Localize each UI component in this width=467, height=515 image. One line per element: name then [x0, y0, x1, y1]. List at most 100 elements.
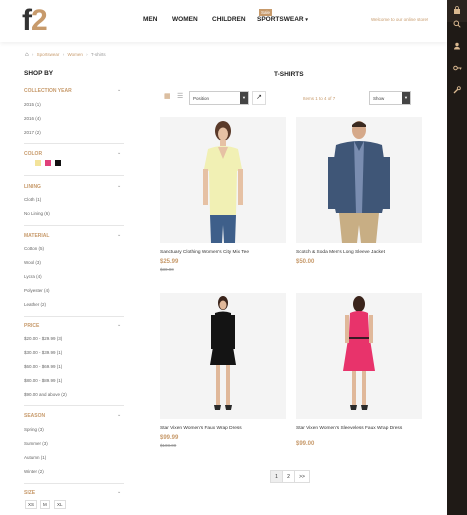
product-image[interactable]: [160, 117, 286, 243]
filter-option[interactable]: Lycra (4): [24, 274, 42, 279]
divider: [24, 143, 124, 144]
breadcrumb-separator: ›: [31, 52, 34, 57]
product-name[interactable]: Sanctuary Clothing Women's City Mix Tee: [160, 250, 286, 256]
search-button[interactable]: [447, 14, 467, 36]
size-option-xl[interactable]: XL: [54, 500, 66, 509]
home-icon[interactable]: ⌂: [25, 52, 29, 58]
pagination: 1 2 >>: [270, 470, 310, 484]
nav-women[interactable]: WOMEN: [172, 16, 198, 23]
product-old-price: $30.00: [160, 267, 174, 272]
product-image[interactable]: [160, 293, 286, 419]
filter-option[interactable]: $20.00 - $29.99 (3): [24, 336, 62, 341]
size-option-m[interactable]: M: [40, 500, 50, 509]
chevron-down-icon: ▼: [402, 92, 410, 104]
shop-by-title: SHOP BY: [24, 70, 54, 77]
nav-sportswear[interactable]: SPORTSWEAR ▾: [257, 16, 308, 23]
login-button[interactable]: [447, 58, 467, 80]
filter-collection-year-title[interactable]: COLLECTION YEAR: [24, 88, 72, 94]
chevron-down-icon[interactable]: ⌄: [117, 150, 121, 156]
filter-option[interactable]: Winter (2): [24, 469, 44, 474]
divider: [24, 405, 124, 406]
filter-option[interactable]: Polyester (4): [24, 288, 50, 293]
welcome-message: Welcome to our online store!: [371, 17, 429, 22]
chevron-down-icon[interactable]: ⌄: [117, 87, 121, 93]
size-option-xs[interactable]: XS: [25, 500, 38, 509]
nav-children[interactable]: CHILDREN: [212, 16, 246, 23]
sort-by-value: Position: [193, 96, 210, 101]
filter-option[interactable]: Wool (3): [24, 260, 41, 265]
items-count: Items 1 to 4 of 7: [303, 96, 336, 101]
filter-option[interactable]: No Lining (6): [24, 211, 50, 216]
filter-season-title[interactable]: SEASON: [24, 413, 45, 419]
chevron-down-icon: ▾: [305, 17, 308, 23]
color-swatch-pink[interactable]: [45, 160, 51, 166]
chevron-down-icon[interactable]: ⌄: [117, 183, 121, 189]
filter-price-title[interactable]: PRICE: [24, 323, 39, 329]
product-price: $50.00: [296, 259, 315, 265]
divider: [24, 175, 124, 176]
filter-option[interactable]: Spring (3): [24, 427, 44, 432]
show-limit-select[interactable]: Show ▼: [369, 91, 411, 105]
filter-option[interactable]: Leather (2): [24, 302, 46, 307]
filter-option[interactable]: $30.00 - $39.99 (1): [24, 350, 62, 355]
chevron-down-icon[interactable]: ⌄: [117, 232, 121, 238]
product-card[interactable]: Sanctuary Clothing Women's City Mix Tee …: [160, 117, 286, 277]
sort-by-select[interactable]: Position ▼: [189, 91, 249, 105]
logo-accent: 2: [31, 4, 48, 37]
product-image[interactable]: [296, 117, 422, 243]
user-icon: [453, 42, 461, 52]
product-card[interactable]: Star Vixen Women's Sleeveless Faux Wrap …: [296, 293, 422, 458]
chevron-down-icon[interactable]: ⌄: [117, 412, 121, 418]
filter-option[interactable]: 2017 (2): [24, 130, 41, 135]
filter-lining-title[interactable]: LINING: [24, 184, 41, 190]
product-name[interactable]: Scotch & Soda Men's Long Sleeve Jacket: [296, 250, 422, 256]
filter-option[interactable]: Cotton (5): [24, 246, 44, 251]
color-swatch-black[interactable]: [55, 160, 61, 166]
breadcrumb-separator: ›: [62, 52, 65, 57]
product-price: $25.99: [160, 259, 179, 265]
product-old-price: $108.00: [160, 443, 177, 448]
product-price: $99.99: [160, 435, 179, 441]
sidebar-filters: SHOP BY COLLECTION YEAR ⌄ 2015 (1) 2016 …: [24, 70, 124, 509]
breadcrumb-sportswear[interactable]: Sportswear: [37, 52, 60, 57]
breadcrumb-women[interactable]: Women: [67, 52, 82, 57]
pink-dress-image: [296, 293, 422, 419]
settings-button[interactable]: [447, 80, 467, 102]
filter-option[interactable]: $60.00 - $69.99 (1): [24, 364, 62, 369]
product-card[interactable]: Scotch & Soda Men's Long Sleeve Jacket $…: [296, 117, 422, 277]
filter-size-title[interactable]: SIZE: [24, 490, 35, 496]
filter-option[interactable]: 2015 (1): [24, 102, 41, 107]
category-title: T-SHIRTS: [274, 71, 304, 78]
color-swatch-yellow[interactable]: [35, 160, 41, 166]
wrench-icon: [453, 86, 461, 96]
products-toolbar: ▦ ☰ Position ▼ ↗ Items 1 to 4 of 7 Show …: [160, 90, 422, 106]
filter-option[interactable]: Summer (3): [24, 441, 48, 446]
breadcrumb: ⌂ › Sportswear › Women › T-shirts: [25, 52, 106, 58]
product-name[interactable]: Star Vixen Women's Sleeveless Faux Wrap …: [296, 426, 422, 432]
logo[interactable]: f2: [22, 4, 48, 37]
show-limit-value: Show: [373, 96, 385, 101]
list-view-icon[interactable]: ☰: [177, 92, 183, 100]
product-image[interactable]: [296, 293, 422, 419]
breadcrumb-current: T-shirts: [90, 52, 106, 57]
product-card[interactable]: Star Vixen Women's Faux Wrap Dress $99.9…: [160, 293, 286, 458]
product-price: $99.00: [296, 441, 315, 447]
chevron-down-icon[interactable]: ⌄: [117, 489, 121, 495]
chevron-down-icon[interactable]: ⌄: [117, 322, 121, 328]
grid-view-icon[interactable]: ▦: [164, 92, 171, 100]
filter-option[interactable]: $90.00 and above (2): [24, 392, 67, 397]
logo-text: f: [22, 4, 32, 37]
product-name[interactable]: Star Vixen Women's Faux Wrap Dress: [160, 426, 286, 432]
filter-material-title[interactable]: MATERIAL: [24, 233, 49, 239]
sort-direction-icon[interactable]: ↗: [252, 91, 266, 105]
account-button[interactable]: [447, 36, 467, 58]
filter-option[interactable]: Autumn (1): [24, 455, 46, 460]
nav-sportswear-label: SPORTSWEAR: [257, 16, 304, 23]
next-page-button[interactable]: >>: [294, 470, 310, 483]
filter-option[interactable]: 2016 (4): [24, 116, 41, 121]
nav-men[interactable]: MEN: [143, 16, 157, 23]
filter-option[interactable]: Cloth (1): [24, 197, 41, 202]
key-icon: [452, 64, 462, 74]
filter-option[interactable]: $80.00 - $89.99 (1): [24, 378, 62, 383]
filter-color-title[interactable]: COLOR: [24, 151, 42, 157]
